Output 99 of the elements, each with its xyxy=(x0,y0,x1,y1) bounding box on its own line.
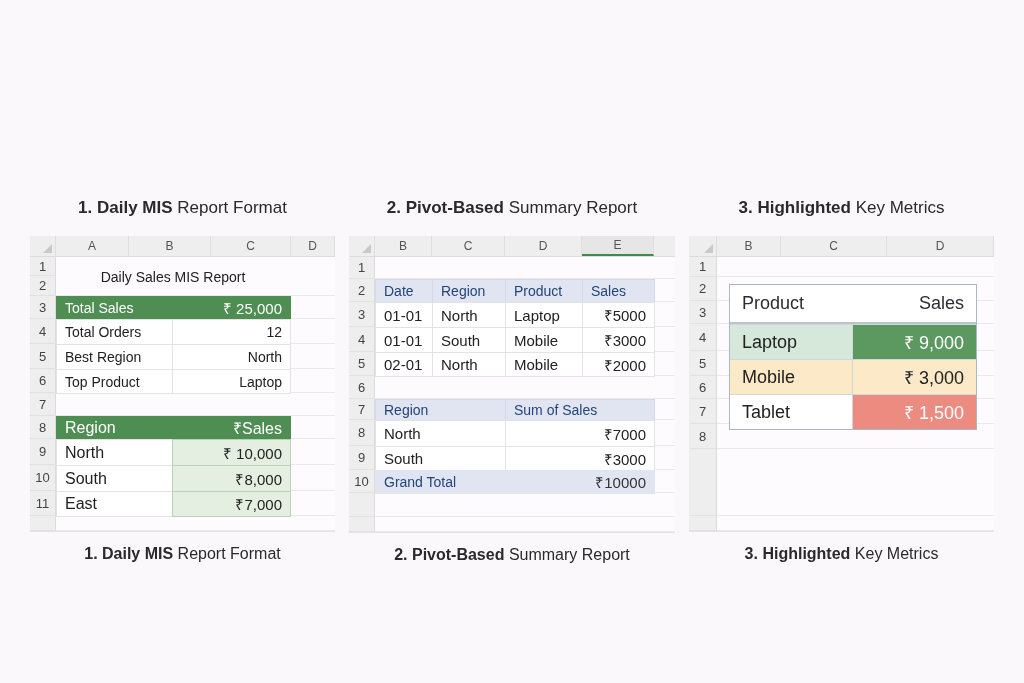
select-all-icon[interactable] xyxy=(362,244,371,253)
row-header-cell[interactable] xyxy=(689,516,717,531)
row-number[interactable]: 7 xyxy=(30,393,56,416)
table-cell: ₹3000 xyxy=(582,327,655,353)
table-cell: ₹3000 xyxy=(505,446,655,471)
row-number[interactable]: 1 xyxy=(689,257,717,277)
column-heading: Region xyxy=(56,416,173,440)
table-cell: Best Region xyxy=(56,344,173,370)
table-cell: ₹5000 xyxy=(582,302,655,328)
table-cell: ₹7,000 xyxy=(172,491,291,517)
row-number[interactable]: 3 xyxy=(689,301,717,324)
row-number[interactable]: 8 xyxy=(30,416,56,439)
column-header[interactable]: B xyxy=(717,236,781,256)
total-cell: Grand Total xyxy=(375,470,506,494)
column-header[interactable]: B xyxy=(129,236,211,256)
select-all-icon[interactable] xyxy=(704,244,713,253)
row-number[interactable]: 9 xyxy=(349,446,375,470)
report-caption: 3. Highlighted Key Metrics xyxy=(743,544,940,564)
row-number[interactable]: 3 xyxy=(349,302,375,327)
table-cell: Laptop xyxy=(172,369,291,394)
row-number[interactable]: 7 xyxy=(349,399,375,420)
row-number[interactable]: 6 xyxy=(30,369,56,393)
row-number[interactable]: 2 xyxy=(689,277,717,301)
row-number[interactable]: 3 xyxy=(30,296,56,319)
column-header[interactable]: C xyxy=(211,236,291,256)
table-cell: Total Sales xyxy=(56,296,173,320)
table-cell: South xyxy=(56,465,173,492)
column-header[interactable]: B xyxy=(375,236,432,256)
column-header[interactable]: C xyxy=(432,236,505,256)
report-title: 1. Daily MIS Report Format xyxy=(77,197,288,219)
table-cell: Mobile xyxy=(505,352,583,377)
row-number[interactable]: 11 xyxy=(30,491,56,516)
table-cell: North xyxy=(56,439,173,466)
row-number[interactable]: 1 xyxy=(349,257,375,279)
column-heading: Sum of Sales xyxy=(505,399,655,421)
sheet-heading: Daily Sales MIS Report xyxy=(100,268,246,285)
report-caption: 1. Daily MIS Report Format xyxy=(83,544,282,564)
row-number[interactable]: 5 xyxy=(689,351,717,376)
table-cell: South xyxy=(375,446,506,471)
table-cell: ₹ 10,000 xyxy=(172,439,291,466)
column-heading: ₹Sales xyxy=(172,416,291,440)
row-number[interactable]: 6 xyxy=(349,376,375,399)
column-heading: Region xyxy=(432,279,506,303)
column-heading: Product xyxy=(505,279,583,303)
table-cell: Top Product xyxy=(56,369,173,394)
table-cell: ₹ 3,000 xyxy=(852,360,976,394)
table-cell: ₹8,000 xyxy=(172,465,291,492)
report-caption: 2. Pivot-Based Summary Report xyxy=(393,545,631,565)
row-header-cell[interactable] xyxy=(689,449,717,516)
column-header[interactable]: E xyxy=(582,236,654,256)
row-number[interactable]: 7 xyxy=(689,399,717,424)
total-cell: ₹10000 xyxy=(505,470,655,494)
column-header[interactable]: D xyxy=(887,236,994,256)
select-all-icon[interactable] xyxy=(43,244,52,253)
row-number[interactable]: 9 xyxy=(30,439,56,465)
table-cell: Laptop xyxy=(730,325,852,359)
table-cell: ₹ 1,500 xyxy=(852,395,976,429)
table-cell: 12 xyxy=(172,319,291,345)
row-number[interactable]: 8 xyxy=(349,420,375,446)
table-cell: ₹ 9,000 xyxy=(852,325,976,359)
row-number[interactable]: 4 xyxy=(689,324,717,351)
column-heading: Region xyxy=(375,399,506,421)
row-header-cell[interactable] xyxy=(30,516,56,531)
table-cell: East xyxy=(56,491,173,517)
table-cell: North xyxy=(432,302,506,328)
row-number[interactable]: 10 xyxy=(349,470,375,493)
column-header[interactable]: D xyxy=(291,236,335,256)
table-cell: 01-01 xyxy=(375,302,433,328)
row-number[interactable]: 5 xyxy=(349,352,375,376)
table-cell: Total Orders xyxy=(56,319,173,345)
table-cell: North xyxy=(375,420,506,447)
table-cell: Laptop xyxy=(505,302,583,328)
table-cell: 01-01 xyxy=(375,327,433,353)
table-cell: North xyxy=(172,344,291,370)
table-cell: ₹7000 xyxy=(505,420,655,447)
row-number[interactable]: 2 xyxy=(30,276,56,296)
row-number[interactable]: 6 xyxy=(689,376,717,399)
row-header-cell[interactable] xyxy=(349,493,375,517)
table-cell: Mobile xyxy=(730,360,852,394)
table-cell: 02-01 xyxy=(375,352,433,377)
table-cell: South xyxy=(432,327,506,353)
report-title: 3. Highlighted Key Metrics xyxy=(737,197,946,219)
row-header-cell[interactable] xyxy=(349,517,375,532)
row-number[interactable]: 5 xyxy=(30,344,56,369)
column-heading: Date xyxy=(375,279,433,303)
row-number[interactable]: 4 xyxy=(30,319,56,344)
row-number[interactable]: 2 xyxy=(349,279,375,302)
table-cell: ₹ 25,000 xyxy=(172,296,291,320)
row-number[interactable]: 4 xyxy=(349,327,375,352)
report-title: 2. Pivot-Based Summary Report xyxy=(385,197,639,219)
row-number[interactable]: 10 xyxy=(30,465,56,491)
row-number[interactable]: 8 xyxy=(689,424,717,449)
column-header[interactable]: C xyxy=(781,236,887,256)
column-heading: Sales xyxy=(582,279,655,303)
table-cell: North xyxy=(432,352,506,377)
table-cell: Mobile xyxy=(505,327,583,353)
table-cell: ₹2000 xyxy=(582,352,655,377)
row-number[interactable]: 1 xyxy=(30,257,56,276)
column-header[interactable]: A xyxy=(56,236,129,256)
